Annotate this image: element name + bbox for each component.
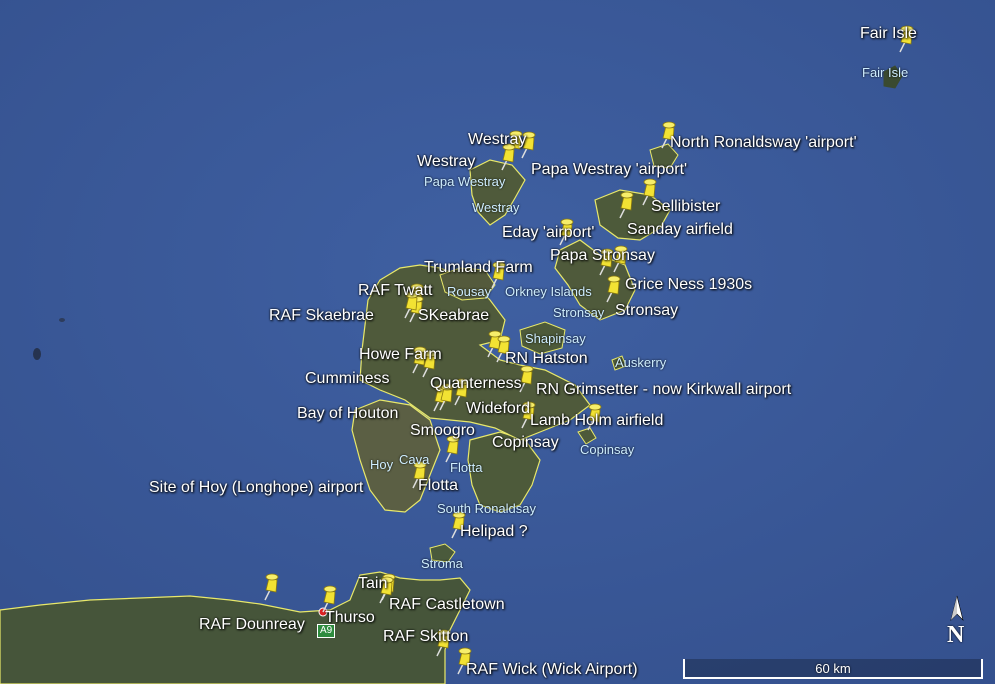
north-label: N <box>947 622 965 648</box>
pin-label-skeabrae: SKeabrae <box>418 307 490 324</box>
pin-label-raf-twatt: RAF Twatt <box>358 282 433 299</box>
pin-label-grice-ness: Grice Ness 1930s <box>625 276 753 293</box>
pin-label-wideford: Wideford <box>466 400 531 417</box>
place-label-orkney-islands: Orkney Islands <box>505 284 592 299</box>
pin-label-raf-skaebrae: RAF Skaebrae <box>269 307 374 324</box>
pin-label-trumland: Trumland Farm <box>424 259 533 276</box>
pin-label-raf-skitton: RAF Skitton <box>383 628 469 645</box>
pin-label-rn-hatston: RN Hatston <box>505 350 588 367</box>
place-label-stronsay: Stronsay <box>553 305 605 320</box>
map-canvas <box>0 0 995 684</box>
place-label-cava: Cava <box>399 452 430 467</box>
pin-label-rn-grimsetter: RN Grimsetter - now Kirkwall airport <box>536 381 792 398</box>
pin-label-lamb-holm: Lamb Holm airfield <box>530 412 664 429</box>
pin-label-westray: Westray <box>417 153 476 170</box>
pin-label-fair-isle: Fair Isle <box>860 25 917 42</box>
pin-label-smoogro: Smoogro <box>410 422 475 439</box>
place-label-shapinsay: Shapinsay <box>525 331 586 346</box>
islet <box>59 318 65 322</box>
pin-label-howe-farm: Howe Farm <box>359 346 442 363</box>
place-label-flotta: Flotta <box>450 460 483 475</box>
pin-label-raf-dounreay: RAF Dounreay <box>199 616 305 633</box>
pin-label-raf-wick: RAF Wick (Wick Airport) <box>466 661 638 678</box>
place-label-hoy: Hoy <box>370 457 394 472</box>
place-label-fair-isle: Fair Isle <box>862 65 909 80</box>
place-label-auskerry: Auskerry <box>615 355 667 370</box>
islet <box>33 348 41 360</box>
road-label-a9: A9 <box>317 624 336 638</box>
pin-label-north-ronaldsway: North Ronaldsway 'airport' <box>670 134 857 151</box>
pin-label-sanday: Sanday airfield <box>627 221 733 238</box>
satellite-map[interactable]: Fair Isle Westray Westray North Ronaldsw… <box>0 0 995 684</box>
pin-label-papa-stronsay: Papa Stronsay <box>550 247 655 264</box>
pin-label-stronsay: Stronsay <box>615 302 679 319</box>
pin-label-flotta: Flotta <box>418 477 459 494</box>
pin-label-raf-castletown: RAF Castletown <box>389 596 505 613</box>
pin-label-sellibister: Sellibister <box>651 198 721 215</box>
pin-label-cumminess: Cumminess <box>305 370 390 387</box>
pin-label-site-of-hoy: Site of Hoy (Longhope) airport <box>149 479 364 496</box>
place-label-stroma: Stroma <box>421 556 463 571</box>
place-label-rousay: Rousay <box>447 284 492 299</box>
place-label-westray: Westray <box>472 200 520 215</box>
pin-label-papa-westray: Papa Westray 'airport' <box>531 161 688 178</box>
pin-label-copinsay: Copinsay <box>492 434 559 451</box>
pin-label-tain: Tain <box>358 575 388 592</box>
north-arrow[interactable]: N <box>943 594 971 654</box>
place-label-copinsay: Copinsay <box>580 442 635 457</box>
pin-label-quanterness: Quanterness <box>430 375 522 392</box>
pin-label-eday: Eday 'airport' <box>502 224 595 241</box>
scale-label: 60 km <box>815 661 851 676</box>
pin-label-bay-of-houton: Bay of Houton <box>297 405 399 422</box>
place-label-papa-westray: Papa Westray <box>424 174 506 189</box>
scale-bar: 60 km <box>683 659 993 681</box>
north-arrow-icon <box>950 595 964 621</box>
pin-label-helipad: Helipad ? <box>460 523 528 540</box>
place-label-south-ronaldsay: South Ronaldsay <box>437 501 537 516</box>
pin-label-westray: Westray <box>468 131 527 148</box>
